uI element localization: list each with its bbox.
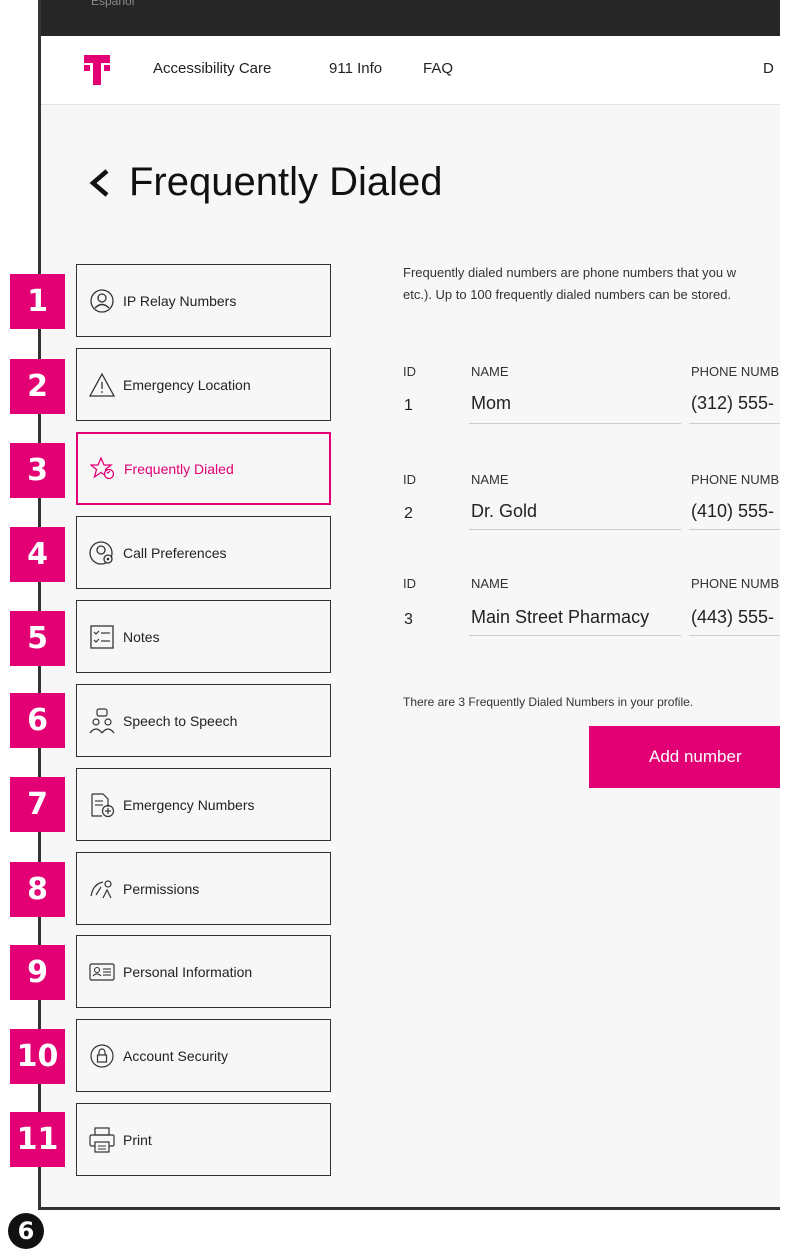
menu-label: Personal Information xyxy=(123,963,253,980)
star-phone-icon xyxy=(90,455,115,479)
menu-notes[interactable]: Notes xyxy=(76,600,331,673)
menu-call-preferences[interactable]: Call Preferences xyxy=(76,516,331,589)
phone-field-underline xyxy=(689,529,780,530)
entry-id: 1 xyxy=(404,397,413,414)
menu-personal-information[interactable]: Personal Information xyxy=(76,935,331,1008)
phone-field-underline xyxy=(689,635,780,636)
entry-phone-field[interactable]: (443) 555- xyxy=(691,607,774,628)
column-header-id: ID xyxy=(403,472,416,487)
annotation-badge: 10 xyxy=(10,1029,65,1084)
entry-phone-field[interactable]: (410) 555- xyxy=(691,501,774,522)
annotation-badge: 3 xyxy=(10,443,65,498)
step-number-marker: 6 xyxy=(8,1213,44,1249)
column-header-phone: PHONE NUMBE xyxy=(691,364,780,379)
printer-icon xyxy=(89,1126,115,1153)
annotation-badge: 7 xyxy=(10,777,65,832)
warning-triangle-icon xyxy=(89,372,115,397)
menu-label: IP Relay Numbers xyxy=(123,292,237,309)
name-field-underline xyxy=(469,529,681,530)
annotation-badge: 4 xyxy=(10,527,65,582)
column-header-name: NAME xyxy=(471,364,509,379)
document-plus-icon xyxy=(91,792,115,817)
annotation-badge: 1 xyxy=(10,274,65,329)
tmobile-logo-icon[interactable] xyxy=(84,55,110,85)
menu-label: Call Preferences xyxy=(123,544,227,561)
entry-name-field[interactable]: Dr. Gold xyxy=(471,501,537,522)
menu-permissions[interactable]: Permissions xyxy=(76,852,331,925)
menu-label: Account Security xyxy=(123,1047,229,1064)
entries-count-text: There are 3 Frequently Dialed Numbers in… xyxy=(403,695,694,709)
entry-id: 3 xyxy=(404,611,413,628)
people-speech-icon xyxy=(89,707,115,733)
back-chevron-icon[interactable] xyxy=(83,166,117,200)
intro-text: Frequently dialed numbers are phone numb… xyxy=(403,262,780,306)
name-field-underline xyxy=(469,635,681,636)
nav-911-info[interactable]: 911 Info xyxy=(329,60,382,77)
menu-emergency-location[interactable]: Emergency Location xyxy=(76,348,331,421)
menu-label: Print xyxy=(123,1131,152,1148)
add-number-button[interactable]: Add number xyxy=(589,726,780,788)
checklist-icon xyxy=(90,624,114,649)
language-bar: Español xyxy=(41,0,780,36)
column-header-phone: PHONE NUMBE xyxy=(691,472,780,487)
menu-speech-to-speech[interactable]: Speech to Speech xyxy=(76,684,331,757)
column-header-name: NAME xyxy=(471,472,509,487)
annotation-badge: 9 xyxy=(10,945,65,1000)
entry-name-field[interactable]: Mom xyxy=(471,393,511,414)
column-header-name: NAME xyxy=(471,576,509,591)
nav-accessibility-care[interactable]: Accessibility Care xyxy=(153,60,271,77)
intro-line-1: Frequently dialed numbers are phone numb… xyxy=(403,265,737,280)
menu-label: Notes xyxy=(123,628,160,645)
menu-frequently-dialed[interactable]: Frequently Dialed xyxy=(76,432,331,505)
id-card-icon xyxy=(89,962,115,981)
language-link[interactable]: Español xyxy=(91,0,134,8)
annotation-badge: 2 xyxy=(10,359,65,414)
phone-field-underline xyxy=(689,423,780,424)
gauge-person-icon xyxy=(90,879,112,898)
person-circle-icon xyxy=(90,288,114,313)
menu-label: Permissions xyxy=(123,880,200,897)
menu-label: Frequently Dialed xyxy=(124,460,234,477)
entry-phone-field[interactable]: (312) 555- xyxy=(691,393,774,414)
menu-emergency-numbers[interactable]: Emergency Numbers xyxy=(76,768,331,841)
menu-print[interactable]: Print xyxy=(76,1103,331,1176)
top-navigation: Accessibility Care 911 Info FAQ D xyxy=(41,36,780,105)
menu-label: Emergency Numbers xyxy=(123,796,255,813)
page-title-text: Frequently Dialed xyxy=(129,160,443,204)
person-gear-icon xyxy=(89,540,113,565)
intro-line-2: etc.). Up to 100 frequently dialed numbe… xyxy=(403,287,732,302)
entry-id: 2 xyxy=(404,505,413,522)
page-title: Frequently Dialed xyxy=(83,160,443,205)
nav-truncated-link[interactable]: D xyxy=(763,60,774,77)
name-field-underline xyxy=(469,423,681,424)
column-header-id: ID xyxy=(403,364,416,379)
app-frame: Español Accessibility Care 911 Info FAQ … xyxy=(38,0,780,1210)
menu-account-security[interactable]: Account Security xyxy=(76,1019,331,1092)
menu-label: Emergency Location xyxy=(123,376,251,393)
nav-faq[interactable]: FAQ xyxy=(423,60,453,77)
entry-name-field[interactable]: Main Street Pharmacy xyxy=(471,607,649,628)
column-header-id: ID xyxy=(403,576,416,591)
lock-circle-icon xyxy=(90,1043,114,1068)
menu-label: Speech to Speech xyxy=(123,712,238,729)
column-header-phone: PHONE NUMBE xyxy=(691,576,780,591)
annotation-badge: 5 xyxy=(10,611,65,666)
annotation-badge: 8 xyxy=(10,862,65,917)
menu-ip-relay-numbers[interactable]: IP Relay Numbers xyxy=(76,264,331,337)
annotation-badge: 11 xyxy=(10,1112,65,1167)
annotation-badge: 6 xyxy=(10,693,65,748)
